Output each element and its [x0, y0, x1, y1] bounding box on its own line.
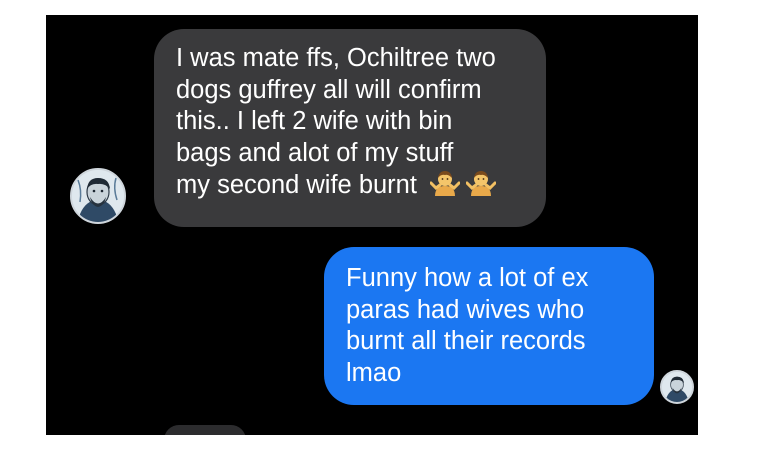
message-line: this.. I left 2 wife with bin — [176, 107, 453, 135]
incoming-message-bubble[interactable]: I was mate ffs, Ochiltree two dogs guffr… — [154, 29, 546, 227]
chat-screen: I was mate ffs, Ochiltree two dogs guffr… — [46, 15, 698, 435]
message-line: burnt all their records — [346, 327, 586, 355]
sketch-portrait-icon — [662, 372, 692, 402]
message-line: paras had wives who — [346, 295, 585, 324]
next-message-bubble-partial — [164, 425, 246, 435]
own-avatar[interactable] — [660, 370, 694, 404]
contact-avatar[interactable] — [70, 168, 126, 224]
message-line-last: my second wife burnt — [176, 169, 524, 206]
person-shrugging-emoji-icon — [465, 169, 497, 206]
message-line: I was mate ffs, Ochiltree two — [176, 44, 496, 72]
sketch-portrait-icon — [72, 170, 124, 222]
outgoing-message-bubble[interactable]: Funny how a lot of ex paras had wives wh… — [324, 247, 654, 405]
message-line: Funny how a lot of ex — [346, 264, 589, 292]
message-line: bags and alot of my stuff — [176, 138, 454, 167]
message-line: my second wife burnt — [176, 171, 417, 199]
message-line: lmao — [346, 358, 402, 387]
person-shrugging-emoji-icon — [429, 169, 461, 206]
message-line: dogs guffrey all will confirm — [176, 75, 482, 104]
